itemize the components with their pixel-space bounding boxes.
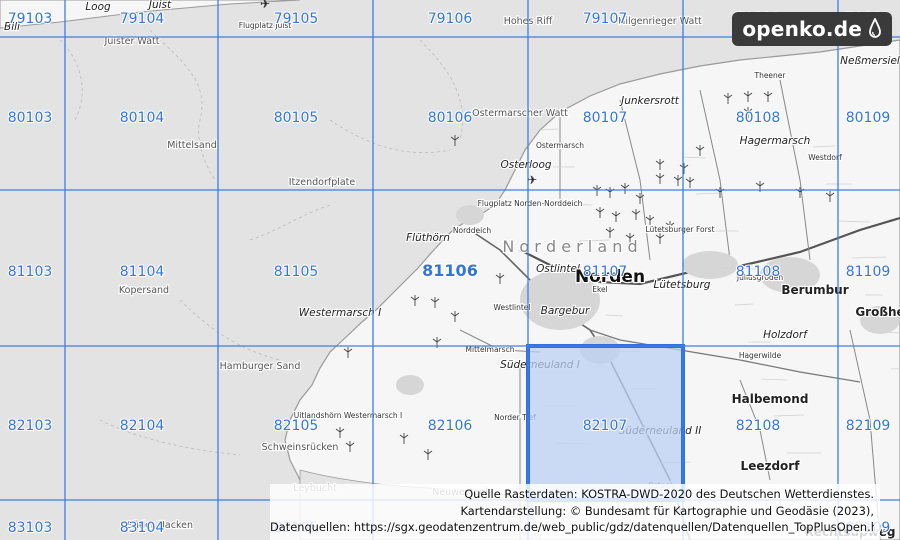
- grid-cell-label-79104[interactable]: 79104: [119, 10, 166, 28]
- grid-cell-label-81107[interactable]: 81107: [582, 263, 629, 281]
- place-label-schweinsrucken: Schweinsrücken: [262, 442, 339, 453]
- grid-cell-label-82108[interactable]: 82108: [735, 417, 782, 435]
- grid-cell-label-80108[interactable]: 80108: [735, 109, 782, 127]
- place-label-halbemond: Halbemond: [732, 392, 809, 406]
- grid-cell-label-81109[interactable]: 81109: [845, 263, 892, 281]
- place-label-lutetsburg: Lütetsburg: [654, 279, 711, 291]
- grid-cell-label-81105[interactable]: 81105: [273, 263, 320, 281]
- attribution-line-1: Quelle Rasterdaten: KOSTRA-DWD-2020 des …: [464, 487, 874, 501]
- place-label-osterloog: Osterloog: [500, 159, 551, 171]
- place-label-flugplatz-norden: Flugplatz Norden-Norddeich: [478, 199, 583, 208]
- place-label-hilgenrieger-watt: Hilgenrieger Watt: [618, 16, 702, 27]
- place-label-ostermarsch: Ostermarsch: [536, 141, 584, 150]
- place-label-kopersand: Kopersand: [119, 285, 169, 296]
- grid-cell-label-80103[interactable]: 80103: [7, 109, 54, 127]
- grid-cell-label-81108[interactable]: 81108: [735, 263, 782, 281]
- grid-cell-label-80107[interactable]: 80107: [582, 109, 629, 127]
- grid-cell-label-83104[interactable]: 83104: [119, 519, 166, 537]
- place-label-bargebur: Bargebur: [541, 305, 590, 317]
- place-label-westermarsch-i: Westermarsch I: [299, 307, 382, 319]
- grid-cell-label-82105[interactable]: 82105: [273, 417, 320, 435]
- attribution-line-3[interactable]: Datenquellen: https://sgx.geodatenzentru…: [270, 519, 874, 536]
- grid-cell-label-82103[interactable]: 82103: [7, 417, 54, 435]
- place-label-juister-watt: Juister Watt: [104, 36, 160, 47]
- grid-cell-label-80109[interactable]: 80109: [845, 109, 892, 127]
- place-label-ostermarscher-watt: Ostermarscher Watt: [472, 108, 568, 119]
- raindrop-icon: [869, 18, 881, 38]
- grid-cell-label-81103[interactable]: 81103: [7, 263, 54, 281]
- place-label-lutetsburger-forst: Lütetsburger Forst: [645, 225, 714, 234]
- grid-cell-label-80104[interactable]: 80104: [119, 109, 166, 127]
- place-label-norderland: N o r d e r l a n d: [502, 237, 637, 256]
- place-label-ostlintel: Ostlintel: [536, 263, 580, 275]
- grid-cell-label-79106[interactable]: 79106: [427, 10, 474, 28]
- place-label-leezdorf: Leezdorf: [741, 459, 801, 473]
- place-label-theener: Theener: [753, 71, 786, 80]
- place-label-loog: Loog: [85, 1, 111, 13]
- grid-cell-label-81104[interactable]: 81104: [119, 263, 166, 281]
- place-label-itzendorfplate: Itzendorfplate: [289, 177, 356, 188]
- place-label-grossheide: Großhe: [855, 305, 900, 319]
- place-label-hamburger-sand: Hamburger Sand: [220, 361, 301, 372]
- grid-cell-label-80105[interactable]: 80105: [273, 109, 320, 127]
- place-label-norddeich: Norddeich: [453, 226, 491, 235]
- place-label-nessmersiel: Neßmersiel: [840, 55, 900, 67]
- grid-cell-label-82109[interactable]: 82109: [845, 417, 892, 435]
- place-label-juist: Juist: [147, 0, 172, 11]
- place-label-mittelsand: Mittelsand: [167, 140, 217, 151]
- grid-cell-label-82106[interactable]: 82106: [427, 417, 474, 435]
- grid-cell-label-81106[interactable]: 81106: [421, 260, 480, 282]
- place-label-fluthorn: Flüthörn: [406, 232, 450, 244]
- grid-cell-label-82107[interactable]: 82107: [582, 417, 629, 435]
- attribution-line-2: Kartendarstellung: © Bundesamt für Karto…: [460, 503, 874, 518]
- brand-label: openko.de: [742, 17, 862, 41]
- openko-logo[interactable]: openko.de: [732, 12, 892, 46]
- map-viewport[interactable]: ✈ ✈ Loog Juist Bill Flugplatz Juist Juister W…: [0, 0, 900, 540]
- attribution-box: Quelle Rasterdaten: KOSTRA-DWD-2020 des …: [270, 484, 880, 540]
- place-label-hagerwilde: Hagerwilde: [739, 351, 782, 360]
- grid-cell-label-82104[interactable]: 82104: [119, 417, 166, 435]
- place-label-westlintel: Westlintel: [494, 303, 531, 312]
- place-label-holzdorf: Holzdorf: [763, 329, 809, 341]
- grid-cell-label-79103[interactable]: 79103: [7, 10, 54, 28]
- grid-cell-label-79105[interactable]: 79105: [273, 10, 320, 28]
- place-label-junkersrott: Junkersrott: [619, 95, 680, 107]
- grid-cell-label-79107[interactable]: 79107: [582, 10, 629, 28]
- place-label-hagermarsch: Hagermarsch: [740, 135, 811, 147]
- svg-text:✈: ✈: [260, 0, 270, 11]
- grid-cell-label-80106[interactable]: 80106: [427, 109, 474, 127]
- grid-cell-label-83103[interactable]: 83103: [7, 519, 54, 537]
- place-label-westdorf: Westdorf: [808, 153, 842, 162]
